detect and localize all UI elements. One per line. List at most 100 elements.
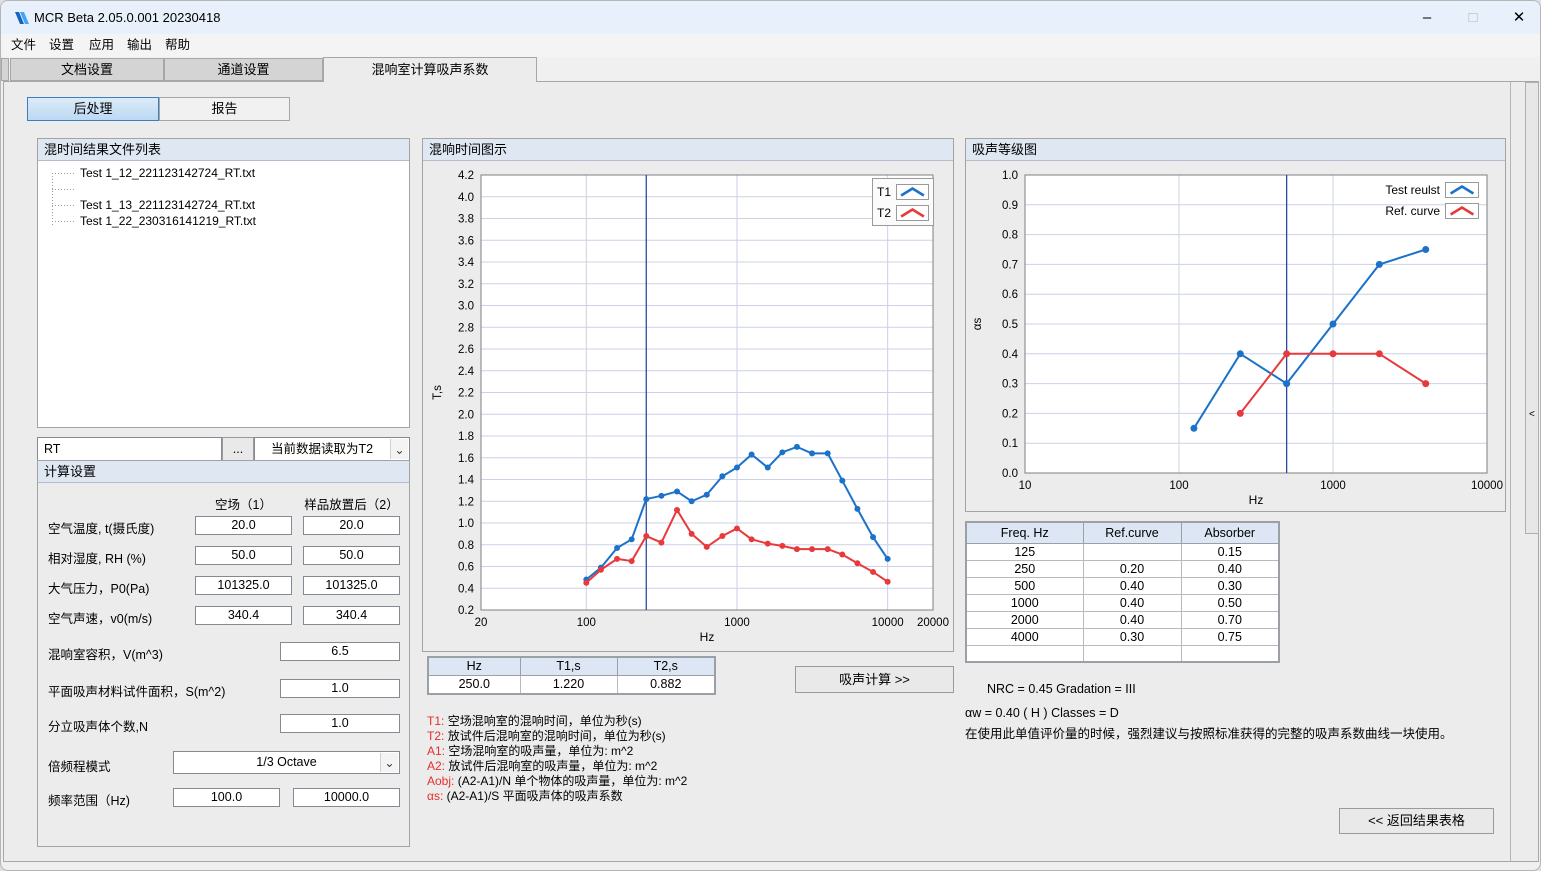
Test reulst-data-point[interactable]	[1330, 321, 1337, 328]
T2-data-point[interactable]	[583, 580, 589, 586]
Ref. curve-data-point[interactable]	[1237, 410, 1244, 417]
back-to-results-button[interactable]: << 返回结果表格	[1339, 808, 1494, 834]
T1-data-point[interactable]	[779, 449, 785, 455]
menu-output[interactable]: 输出	[123, 34, 156, 57]
T2-data-point[interactable]	[643, 533, 649, 539]
T2-data-point[interactable]	[614, 556, 620, 562]
menu-file[interactable]: 文件	[7, 34, 40, 57]
T1-data-point[interactable]	[839, 478, 845, 484]
T1-data-point[interactable]	[734, 465, 740, 471]
air-temp-input-1[interactable]: 20.0	[195, 516, 292, 535]
absorber-count-input[interactable]: 1.0	[280, 714, 400, 733]
T1-data-point[interactable]	[614, 545, 620, 551]
close-button[interactable]: ✕	[1496, 1, 1541, 34]
tab-reverberation-absorption[interactable]: 混响室计算吸声系数	[323, 57, 537, 82]
T2-data-point[interactable]	[885, 579, 891, 585]
T2-data-point[interactable]	[870, 569, 876, 575]
T1-data-point[interactable]	[719, 473, 725, 479]
T1-data-point[interactable]	[749, 451, 755, 457]
T2-data-point[interactable]	[765, 541, 771, 547]
sound-speed-input-2[interactable]: 340.4	[303, 606, 400, 625]
Test reulst-data-point[interactable]	[1190, 425, 1197, 432]
T1-data-point[interactable]	[674, 488, 680, 494]
absorber-count-label: 分立吸声体个数,N	[48, 716, 148, 735]
T2-data-point[interactable]	[825, 546, 831, 552]
T1-data-point[interactable]	[825, 450, 831, 456]
subtab-postprocess[interactable]: 后处理	[27, 97, 159, 121]
T2-data-point[interactable]	[794, 546, 800, 552]
collapse-arrow-icon[interactable]: <	[1529, 409, 1535, 420]
T2-data-point[interactable]	[749, 536, 755, 542]
T2-data-point[interactable]	[839, 552, 845, 558]
T2-data-point[interactable]	[809, 546, 815, 552]
chevron-down-icon[interactable]: ⌄	[380, 753, 398, 772]
T1-data-point[interactable]	[854, 506, 860, 512]
sound-speed-input-1[interactable]: 340.4	[195, 606, 292, 625]
T1-data-point[interactable]	[629, 536, 635, 542]
col-header-t1: T1,s	[520, 657, 617, 675]
absorption-calc-button[interactable]: 吸声计算 >>	[795, 666, 954, 693]
Test reulst-data-point[interactable]	[1237, 350, 1244, 357]
x-tick-label: 10000	[872, 617, 904, 629]
minimize-button[interactable]: –	[1404, 1, 1450, 34]
T2-data-point[interactable]	[854, 560, 860, 566]
chevron-down-icon[interactable]: ⌄	[390, 439, 408, 459]
tab-channel-settings[interactable]: 通道设置	[164, 58, 323, 81]
Test reulst-data-point[interactable]	[1283, 380, 1290, 387]
T1-data-point[interactable]	[765, 465, 771, 471]
T1-data-point[interactable]	[704, 492, 710, 498]
menu-apply[interactable]: 应用	[85, 34, 118, 57]
collapse-panel-strip[interactable]: <	[1525, 82, 1539, 534]
data-read-combobox[interactable]: 当前数据读取为T2 ⌄	[254, 437, 410, 461]
T1-data-point[interactable]	[870, 534, 876, 540]
room-volume-input[interactable]: 6.5	[280, 642, 400, 661]
freq-range-low-input[interactable]: 100.0	[173, 788, 280, 807]
T2-data-point[interactable]	[629, 558, 635, 564]
Ref. curve-data-point[interactable]	[1330, 350, 1337, 357]
humidity-input-1[interactable]: 50.0	[195, 546, 292, 565]
air-temp-label: 空气温度, t(摄氏度)	[48, 518, 154, 537]
list-item[interactable]: Test 1_12_221123142724_RT.txt	[38, 165, 409, 181]
pressure-input-1[interactable]: 101325.0	[195, 576, 292, 595]
rt-name-input[interactable]: RT	[37, 437, 222, 461]
cell-t1[interactable]: 1.220	[520, 675, 617, 694]
T2-data-point[interactable]	[704, 544, 710, 550]
Ref. curve-data-point[interactable]	[1376, 350, 1383, 357]
list-item[interactable]: Test 1_13_221123142724_RT.txt	[38, 197, 409, 213]
freq-range-high-input[interactable]: 10000.0	[293, 788, 400, 807]
T1-data-point[interactable]	[794, 444, 800, 450]
sample-area-input[interactable]: 1.0	[280, 679, 400, 698]
tab-document-settings[interactable]: 文档设置	[10, 58, 164, 81]
T1-data-point[interactable]	[658, 493, 664, 499]
Ref. curve-data-point[interactable]	[1283, 350, 1290, 357]
list-item-selected[interactable]: Test 1_12_230316183526_RT.txt	[38, 181, 409, 197]
T2-data-point[interactable]	[689, 531, 695, 537]
T1-data-point[interactable]	[689, 498, 695, 504]
maximize-button[interactable]: □	[1450, 1, 1496, 34]
T2-data-point[interactable]	[658, 540, 664, 546]
T1-data-point[interactable]	[885, 556, 891, 562]
T2-data-point[interactable]	[779, 543, 785, 549]
T1-data-point[interactable]	[643, 496, 649, 502]
menu-help[interactable]: 帮助	[161, 34, 194, 57]
Test reulst-data-point[interactable]	[1376, 261, 1383, 268]
cell-t2[interactable]: 0.882	[617, 675, 715, 694]
menu-settings[interactable]: 设置	[45, 34, 78, 57]
list-item[interactable]: Test 1_22_230316141219_RT.txt	[38, 213, 409, 229]
Ref. curve-data-point[interactable]	[1422, 380, 1429, 387]
octave-mode-combobox[interactable]: 1/3 Octave ⌄	[173, 751, 400, 774]
air-temp-input-2[interactable]: 20.0	[303, 516, 400, 535]
note-key: A2:	[427, 759, 445, 773]
result-file-list[interactable]: Test 1_12_221123142724_RT.txt Test 1_12_…	[38, 161, 409, 427]
T2-data-point[interactable]	[734, 525, 740, 531]
humidity-input-2[interactable]: 50.0	[303, 546, 400, 565]
Test reulst-data-point[interactable]	[1422, 246, 1429, 253]
subtab-report[interactable]: 报告	[159, 97, 290, 121]
browse-button[interactable]: ...	[222, 437, 254, 461]
T2-data-point[interactable]	[719, 533, 725, 539]
T1-data-point[interactable]	[809, 450, 815, 456]
pressure-input-2[interactable]: 101325.0	[303, 576, 400, 595]
T2-data-point[interactable]	[674, 507, 680, 513]
cell-freq[interactable]: 250.0	[428, 675, 520, 694]
T2-data-point[interactable]	[598, 567, 604, 573]
